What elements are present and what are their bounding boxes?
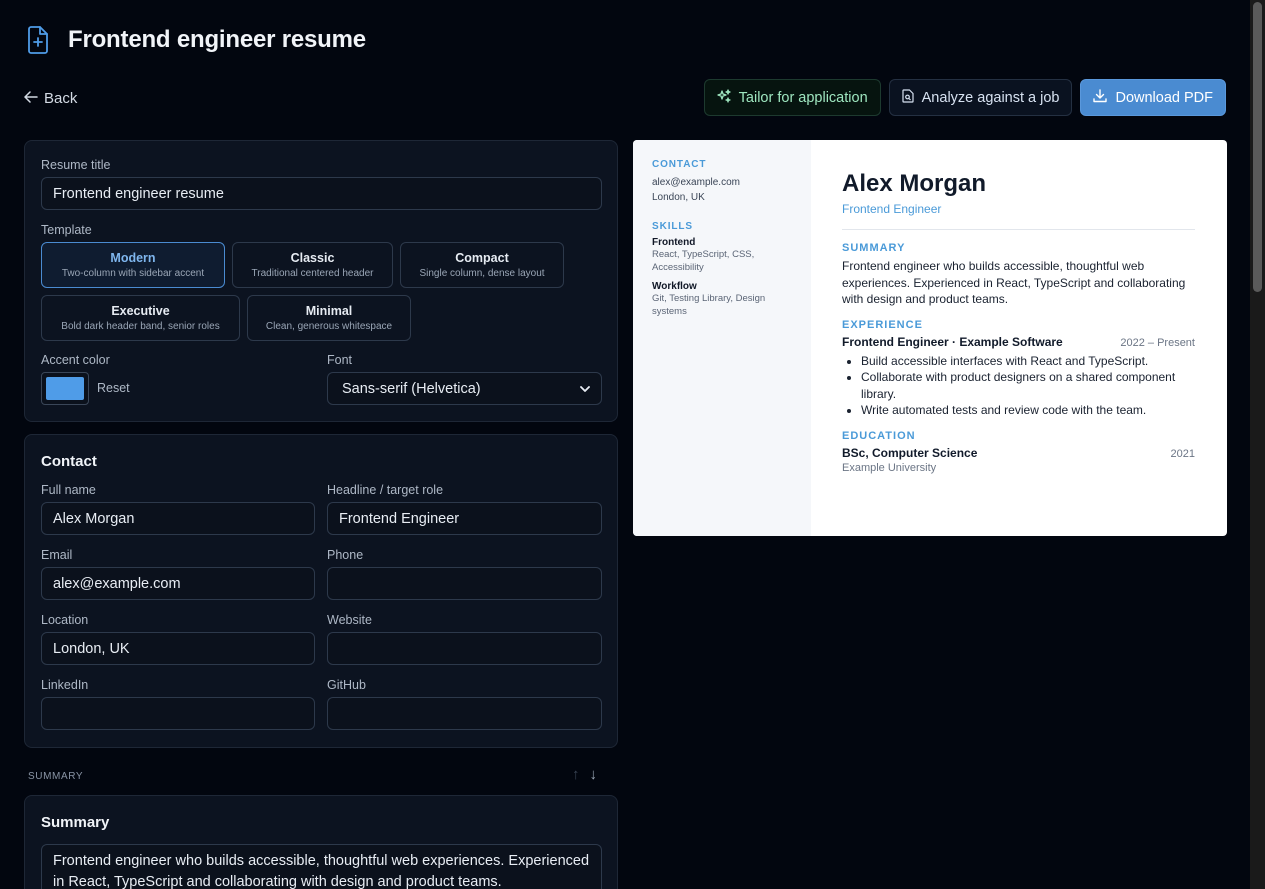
preview-contact-heading: CONTACT <box>652 159 707 170</box>
back-link[interactable]: Back <box>24 86 77 110</box>
template-name: Classic <box>290 251 335 265</box>
download-pdf-button[interactable]: Download PDF <box>1080 79 1226 116</box>
accent-color-label: Accent color <box>41 353 110 367</box>
preview-summary-text: Frontend engineer who builds accessible,… <box>842 259 1186 306</box>
font-select-value: Sans-serif (Helvetica) <box>342 380 481 397</box>
preview-sidebar: CONTACT alex@example.com London, UK SKIL… <box>633 140 811 536</box>
summary-textarea[interactable]: Frontend engineer who builds accessible,… <box>41 844 602 889</box>
tailor-button[interactable]: Tailor for application <box>703 79 881 116</box>
page-scrollbar[interactable] <box>1250 0 1265 889</box>
preview-skill-group-name: Workflow <box>652 281 697 292</box>
template-name: Compact <box>455 251 509 265</box>
location-label: Location <box>41 613 89 627</box>
template-option-modern[interactable]: Modern Two-column with sidebar accent <box>41 242 225 288</box>
template-desc: Traditional centered header <box>251 268 374 279</box>
file-plus-icon <box>24 24 52 56</box>
template-option-executive[interactable]: Executive Bold dark header band, senior … <box>41 295 240 341</box>
resume-preview: CONTACT alex@example.com London, UK SKIL… <box>633 140 1227 536</box>
preview-skills-heading: SKILLS <box>652 221 693 232</box>
template-option-minimal[interactable]: Minimal Clean, generous whitespace <box>247 295 411 341</box>
arrow-left-icon <box>24 90 38 107</box>
preview-job-row: Frontend Engineer · Example Software 202… <box>842 335 1195 349</box>
template-name: Minimal <box>305 304 353 318</box>
preview-divider <box>842 229 1195 230</box>
move-up-icon[interactable]: ↑ <box>572 766 580 783</box>
preview-role: Frontend Engineer <box>842 202 942 216</box>
template-label: Template <box>41 223 92 237</box>
resume-title-input[interactable]: Frontend engineer resume <box>41 177 602 210</box>
template-desc: Clean, generous whitespace <box>265 321 393 332</box>
page-title: Frontend engineer resume <box>68 26 366 53</box>
preview-degree-year: 2021 <box>1170 447 1195 460</box>
contact-panel: Contact Full name Alex Morgan Headline /… <box>24 434 618 748</box>
analyze-button[interactable]: Analyze against a job <box>888 79 1073 116</box>
phone-label: Phone <box>327 548 364 562</box>
template-name: Executive <box>111 304 170 318</box>
full-name-input[interactable]: Alex Morgan <box>41 502 315 535</box>
page-header: Frontend engineer resume <box>24 24 366 56</box>
preview-education-heading: EDUCATION <box>842 429 916 442</box>
download-label: Download PDF <box>1115 89 1213 106</box>
scrollbar-thumb[interactable] <box>1253 2 1262 292</box>
github-label: GitHub <box>327 678 366 692</box>
summary-heading: Summary <box>41 814 110 831</box>
preview-school: Example University <box>842 461 937 474</box>
back-label: Back <box>44 89 78 107</box>
preview-education-row: BSc, Computer Science 2021 <box>842 446 1195 460</box>
list-item: Write automated tests and review code wi… <box>861 402 1195 419</box>
location-field[interactable]: London, UK <box>41 632 315 665</box>
preview-job-title: Frontend Engineer · Example Software <box>842 334 1063 349</box>
github-field[interactable] <box>327 697 602 730</box>
resume-settings-panel: Resume title Frontend engineer resume Te… <box>24 140 618 422</box>
preview-summary-heading: SUMMARY <box>842 242 906 254</box>
reset-accent-button[interactable]: Reset <box>97 381 130 395</box>
template-desc: Single column, dense layout <box>419 268 545 279</box>
linkedin-label: LinkedIn <box>41 678 89 692</box>
tailor-label: Tailor for application <box>738 89 868 106</box>
sparkles-icon <box>717 88 731 107</box>
preview-job-bullets: Build accessible interfaces with React a… <box>861 353 1195 419</box>
move-down-icon[interactable]: ↓ <box>590 766 598 783</box>
resume-title-label: Resume title <box>41 158 111 172</box>
headline-input[interactable]: Frontend Engineer <box>327 502 602 535</box>
website-field[interactable] <box>327 632 602 665</box>
accent-color-picker[interactable] <box>41 372 89 405</box>
summary-panel: Summary Frontend engineer who builds acc… <box>24 795 618 889</box>
template-option-classic[interactable]: Classic Traditional centered header <box>232 242 393 288</box>
accent-color-swatch <box>46 377 84 400</box>
toolbar-actions: Tailor for application Analyze against a… <box>703 79 1226 116</box>
linkedin-field[interactable] <box>41 697 315 730</box>
preview-skill-group-name: Frontend <box>652 237 696 248</box>
section-reorder-controls: ↑ ↓ <box>572 766 597 783</box>
phone-field[interactable] <box>327 567 602 600</box>
download-icon <box>1093 88 1108 107</box>
preview-degree: BSc, Computer Science <box>842 445 978 460</box>
preview-skill-group-items: Git, Testing Library, Design systems <box>652 293 766 317</box>
headline-label: Headline / target role <box>327 483 444 497</box>
list-item: Build accessible interfaces with React a… <box>861 353 1195 370</box>
template-desc: Bold dark header band, senior roles <box>61 321 220 332</box>
analyze-label: Analyze against a job <box>921 89 1060 106</box>
summary-section-caption: SUMMARY <box>28 771 84 782</box>
preview-main: Alex Morgan Frontend Engineer SUMMARY Fr… <box>811 140 1227 536</box>
preview-skill-group-items: React, TypeScript, CSS, Accessibility <box>652 249 755 273</box>
template-desc: Two-column with sidebar accent <box>61 268 205 279</box>
template-name: Modern <box>110 251 156 265</box>
font-label: Font <box>327 353 353 367</box>
chevron-down-icon <box>580 381 590 397</box>
font-select[interactable]: Sans-serif (Helvetica) <box>327 372 602 405</box>
list-item: Collaborate with product designers on a … <box>861 369 1195 402</box>
preview-name: Alex Morgan <box>842 170 987 197</box>
template-option-compact[interactable]: Compact Single column, dense layout <box>400 242 564 288</box>
file-search-icon <box>902 88 914 107</box>
preview-job-dates: 2022 – Present <box>1120 336 1195 349</box>
email-field[interactable]: alex@example.com <box>41 567 315 600</box>
email-label: Email <box>41 548 73 562</box>
full-name-label: Full name <box>41 483 96 497</box>
preview-experience-heading: EXPERIENCE <box>842 318 923 331</box>
preview-email: alex@example.com <box>652 177 740 188</box>
preview-location: London, UK <box>652 192 705 203</box>
website-label: Website <box>327 613 372 627</box>
contact-heading: Contact <box>41 453 97 470</box>
